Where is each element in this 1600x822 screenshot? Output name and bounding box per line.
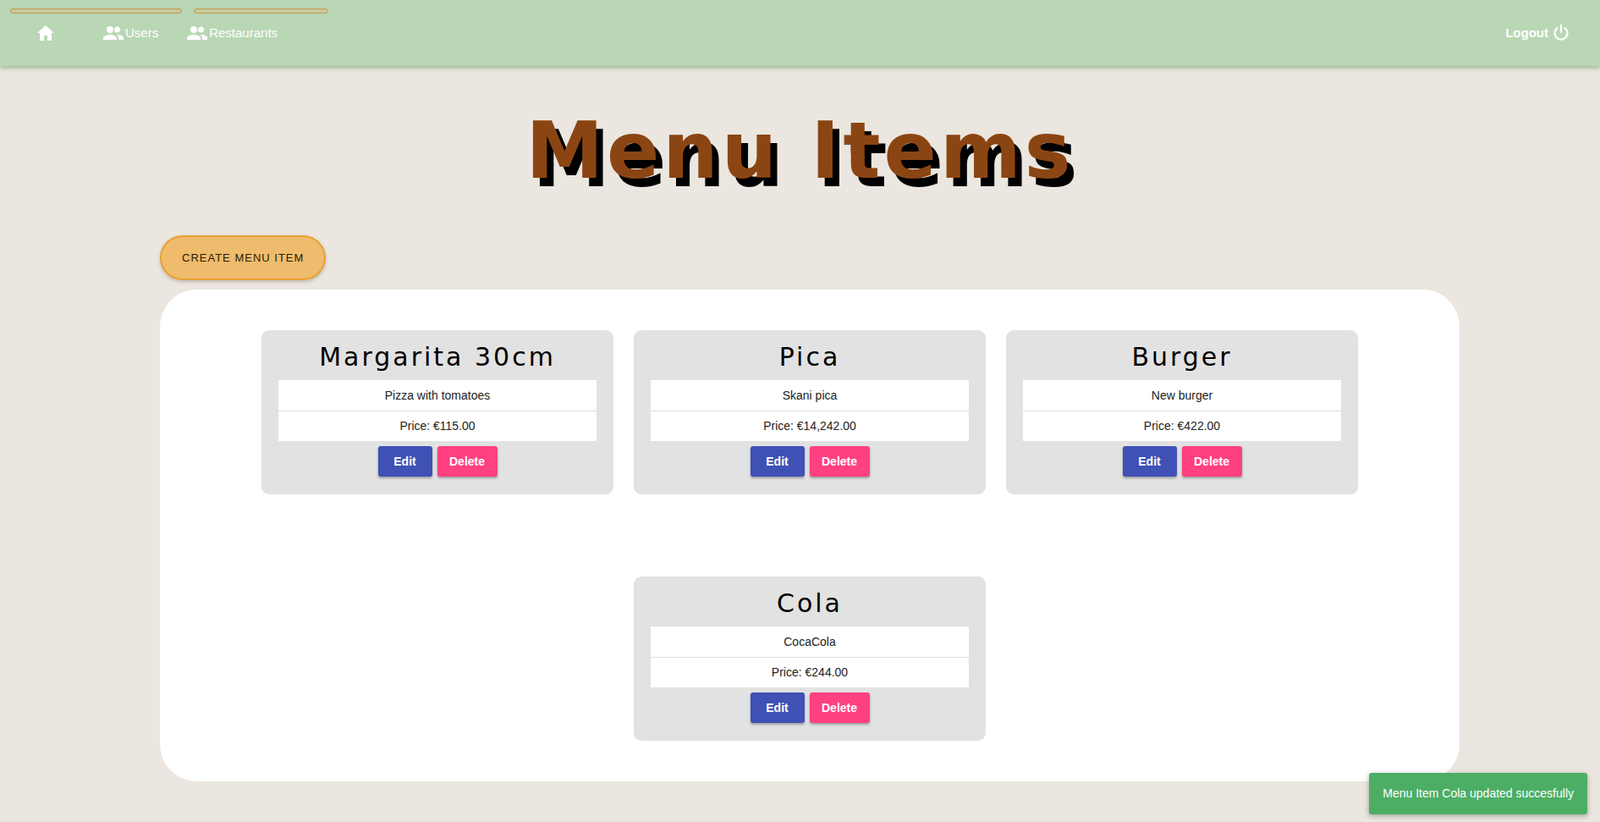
people-icon [186, 26, 208, 40]
nav-indicator [193, 8, 329, 14]
power-icon [1552, 24, 1570, 42]
delete-button[interactable]: Delete [809, 692, 870, 723]
menu-item-description: New burger [1022, 379, 1342, 411]
card-actions: EditDelete [1022, 445, 1342, 477]
menu-item-price: Price: €115.00 [278, 410, 597, 441]
nav-indicators [10, 8, 329, 14]
nav-link[interactable]: Users [103, 23, 159, 44]
page-title: Menu Items [525, 104, 1074, 198]
menu-item-price: Price: €14,242.00 [650, 410, 969, 441]
home-icon [37, 25, 55, 41]
menu-card: Cola CocaColaPrice: €244.00 EditDelete [633, 576, 986, 741]
logout-label: Logout [1505, 23, 1549, 44]
nav-link[interactable]: Restaurants [186, 23, 278, 44]
menu-item-price: Price: €422.00 [1022, 410, 1342, 441]
logout-button[interactable]: Logout [1505, 23, 1570, 44]
card-actions: EditDelete [278, 445, 597, 477]
edit-button[interactable]: Edit [378, 445, 433, 477]
menu-item-name: Margarita 30cm [278, 338, 597, 376]
menu-item-name: Cola [650, 584, 969, 622]
menu-card: BurgerNew burgerPrice: €422.00 EditDelete [1006, 329, 1359, 495]
delete-button[interactable]: Delete [437, 445, 498, 477]
menu-card: PicaSkani picaPrice: €14,242.00 EditDelet… [633, 329, 986, 495]
toast-message: Menu Item Cola updated succesfully [1382, 784, 1574, 803]
nav-indicator [10, 8, 182, 14]
delete-button[interactable]: Delete [809, 445, 870, 477]
home-link[interactable] [35, 16, 56, 50]
menu-item-description: Skani pica [650, 379, 969, 411]
nav-link-label: Users [125, 23, 159, 44]
create-menu-item-button[interactable]: CREATE MENU ITEM [159, 235, 326, 281]
menu-item-name: Pica [650, 338, 969, 376]
menu-card: Margarita 30cmPizza with tomatoesPrice: … [261, 329, 614, 495]
menu-item-description: CocaCola [650, 626, 969, 657]
card-actions: EditDelete [650, 692, 969, 723]
menu-item-price: Price: €244.00 [650, 656, 969, 688]
people-icon [103, 26, 124, 40]
card-actions: EditDelete [650, 445, 969, 477]
delete-button[interactable]: Delete [1182, 445, 1243, 477]
create-row: CREATE MENU ITEM [0, 235, 1600, 281]
menu-item-name: Burger [1022, 338, 1342, 376]
menu-item-description: Pizza with tomatoes [278, 379, 597, 411]
nav-links: Users Restaurants [103, 23, 278, 44]
menu-panel: Margarita 30cmPizza with tomatoesPrice: … [159, 289, 1460, 781]
edit-button[interactable]: Edit [750, 692, 805, 723]
top-nav: Users Restaurants Logout [0, 0, 1600, 66]
toast: Menu Item Cola updated succesfully [1369, 772, 1588, 814]
title-wrap: Menu Items [0, 104, 1600, 198]
edit-button[interactable]: Edit [1122, 445, 1177, 477]
edit-button[interactable]: Edit [750, 445, 805, 477]
nav-link-label: Restaurants [208, 23, 278, 44]
menu-grid: Margarita 30cmPizza with tomatoesPrice: … [261, 329, 1359, 741]
